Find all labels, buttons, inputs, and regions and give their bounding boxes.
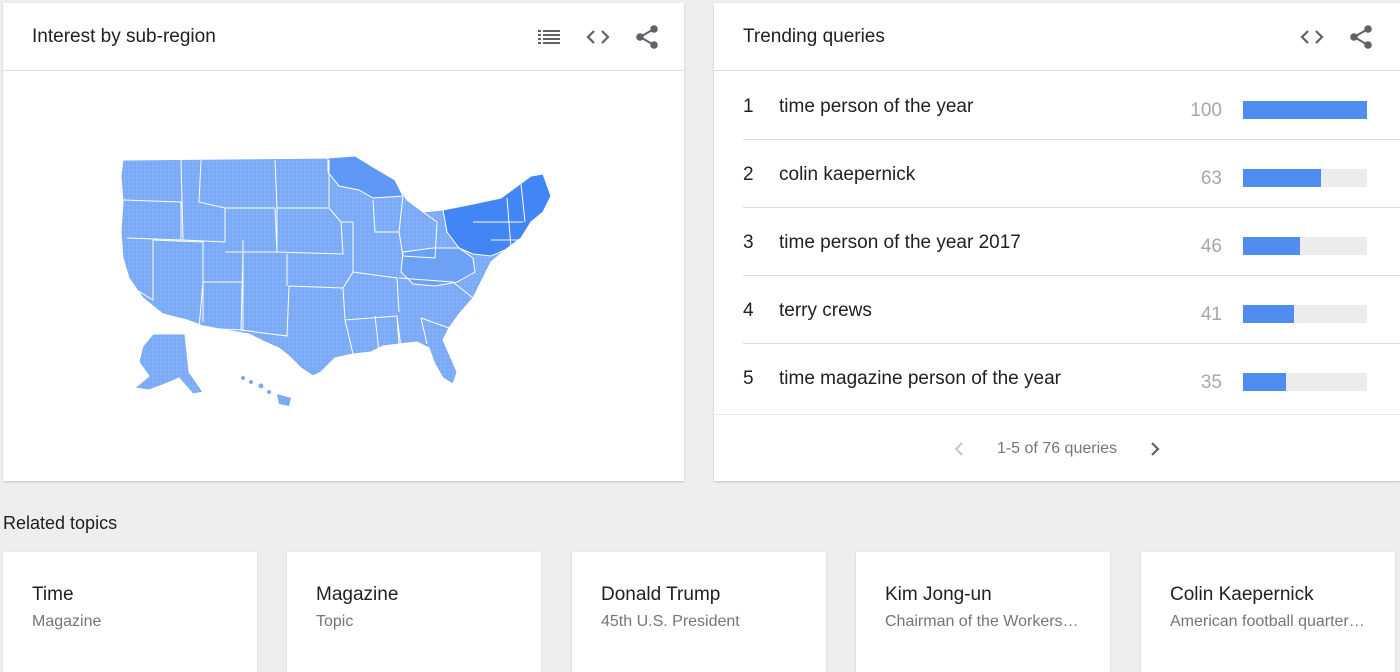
row-bar-fill — [1243, 169, 1322, 187]
row-query[interactable]: terry crews — [779, 300, 872, 322]
row-value: 41 — [1200, 304, 1222, 325]
row-rank: 3 — [743, 232, 754, 253]
share-icon[interactable] — [635, 24, 659, 49]
row-bar-track — [1243, 305, 1367, 323]
row-bar-fill — [1243, 237, 1301, 255]
row-value: 63 — [1200, 168, 1222, 189]
row-query[interactable]: time magazine person of the year — [779, 368, 1061, 390]
row-value: 35 — [1200, 372, 1222, 393]
trending-list: 1 time person of the year 100 2 colin ka… — [743, 72, 1400, 412]
topic-name: Donald Trump — [601, 584, 721, 605]
trend-card-title: Trending queries — [743, 25, 885, 47]
row-value: 100 — [1190, 100, 1222, 121]
row-bar-track — [1243, 237, 1367, 255]
embed-code-icon[interactable] — [586, 25, 610, 49]
row-bar-fill — [1243, 101, 1367, 119]
pagination: 1-5 of 76 queries — [714, 414, 1400, 482]
embed-code-icon[interactable] — [1300, 25, 1324, 49]
chevron-left-icon[interactable] — [947, 437, 971, 461]
hawaii-shape — [241, 376, 291, 406]
row-value: 46 — [1200, 236, 1222, 257]
interest-by-subregion-card: Interest by sub-region — [3, 3, 684, 481]
map-card-title: Interest by sub-region — [32, 25, 216, 47]
map-card-header: Interest by sub-region — [3, 3, 684, 71]
row-bar-track — [1243, 169, 1367, 187]
topic-name: Magazine — [316, 584, 399, 605]
row-bar-track — [1243, 373, 1367, 391]
topic-card[interactable]: Magazine Topic — [287, 552, 541, 672]
row-query[interactable]: time person of the year — [779, 96, 973, 118]
topic-description: American football quarterback — [1170, 613, 1366, 630]
row-bar-fill — [1243, 373, 1287, 391]
trending-row[interactable]: 1 time person of the year 100 — [743, 72, 1400, 140]
topic-card[interactable]: Kim Jong-un Chairman of the Workers' Par… — [856, 552, 1110, 672]
topic-card[interactable]: Time Magazine — [3, 552, 257, 672]
trending-row[interactable]: 4 terry crews 41 — [743, 276, 1400, 344]
row-rank: 2 — [743, 164, 754, 185]
share-icon[interactable] — [1349, 24, 1373, 49]
trending-queries-card: Trending queries 1 time person of the ye… — [714, 3, 1400, 481]
trending-row[interactable]: 2 colin kaepernick 63 — [743, 140, 1400, 208]
row-query[interactable]: colin kaepernick — [779, 164, 915, 186]
topic-description: Topic — [316, 613, 354, 630]
topic-card[interactable]: Colin Kaepernick American football quart… — [1141, 552, 1395, 672]
us-map[interactable] — [3, 72, 684, 481]
row-bar-fill — [1243, 305, 1294, 323]
topic-name: Colin Kaepernick — [1170, 584, 1314, 605]
trend-card-header: Trending queries — [714, 3, 1400, 71]
topic-name: Kim Jong-un — [885, 584, 992, 605]
row-query[interactable]: time person of the year 2017 — [779, 232, 1021, 254]
row-rank: 4 — [743, 300, 754, 321]
chevron-right-icon[interactable] — [1143, 437, 1167, 461]
trending-row[interactable]: 5 time magazine person of the year 35 — [743, 344, 1400, 412]
topic-name: Time — [32, 584, 74, 605]
alaska-shape — [133, 333, 204, 395]
topic-description: Magazine — [32, 613, 102, 630]
related-topics-heading: Related topics — [3, 513, 118, 533]
topic-description: Chairman of the Workers' Party of Korea — [885, 613, 1081, 630]
row-rank: 1 — [743, 96, 754, 117]
row-bar-track — [1243, 101, 1367, 119]
pagination-label: 1-5 of 76 queries — [996, 439, 1118, 457]
topic-description: 45th U.S. President — [601, 613, 740, 630]
trending-row[interactable]: 3 time person of the year 2017 46 — [743, 208, 1400, 276]
list-icon[interactable] — [537, 25, 561, 49]
topic-card[interactable]: Donald Trump 45th U.S. President — [572, 552, 826, 672]
row-rank: 5 — [743, 368, 754, 389]
